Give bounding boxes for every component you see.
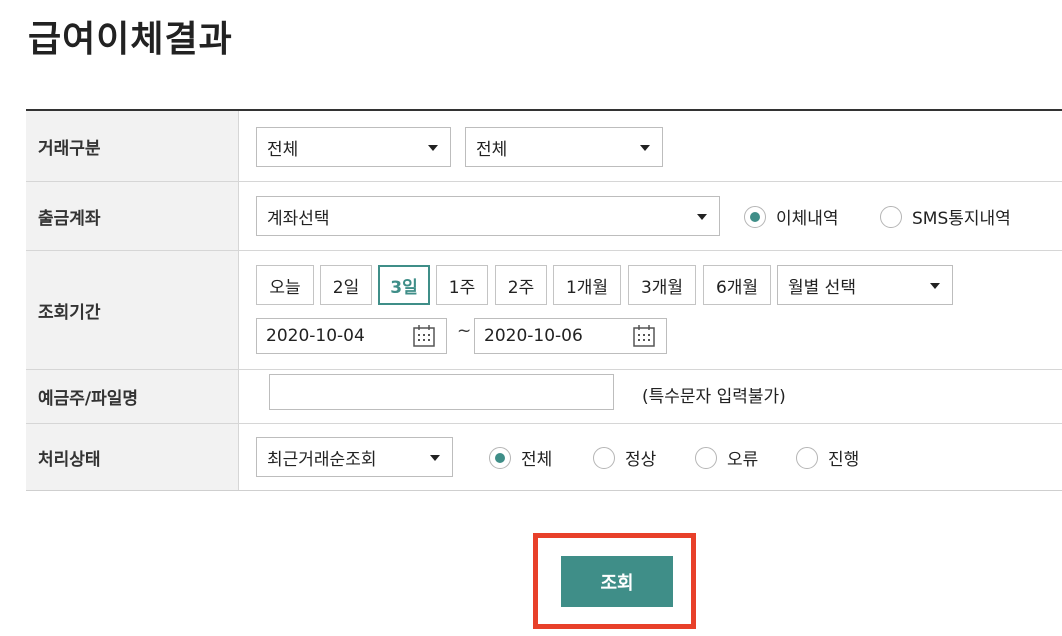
period-3months-button[interactable]: 3개월 (628, 265, 696, 305)
search-form: 거래구분 전체 전체 출금계좌 계좌선택 이체내역 SMS통지내역 조회기간 오… (26, 109, 1062, 491)
radio-unchecked-icon (593, 446, 615, 469)
calendar-icon[interactable] (632, 324, 656, 348)
sort-select-value: 최근거래순조회 (267, 449, 377, 470)
end-date-value: 2020-10-06 (484, 326, 583, 346)
radio-status-all-label: 전체 (521, 450, 553, 470)
special-char-note: (특수문자 입력불가) (642, 387, 786, 407)
radio-checked-icon (744, 205, 766, 228)
account-select-value: 계좌선택 (267, 208, 330, 229)
radio-checked-icon (489, 446, 511, 469)
chevron-down-icon (930, 283, 940, 289)
period-3days-button[interactable]: 3일 (378, 265, 430, 305)
trade-type-select-2-value: 전체 (476, 139, 508, 160)
sort-select[interactable]: 최근거래순조회 (256, 437, 453, 477)
start-date-input[interactable]: 2020-10-04 (256, 318, 447, 354)
month-select-value: 월별 선택 (788, 277, 856, 298)
row-trade-type: 거래구분 전체 전체 (26, 111, 1062, 182)
radio-status-all[interactable]: 전체 (489, 445, 552, 470)
period-1month-button[interactable]: 1개월 (553, 265, 621, 305)
status-label: 처리상태 (26, 424, 239, 490)
radio-sms-history[interactable]: SMS통지내역 (880, 204, 1011, 229)
radio-transfer-history-label: 이체내역 (776, 209, 839, 229)
depositor-input[interactable] (269, 374, 614, 410)
period-label: 조회기간 (26, 251, 239, 369)
radio-status-normal-label: 정상 (625, 450, 657, 470)
radio-unchecked-icon (880, 205, 902, 228)
trade-type-select-2[interactable]: 전체 (465, 127, 663, 167)
row-account: 출금계좌 계좌선택 이체내역 SMS통지내역 (26, 182, 1062, 251)
period-1week-button[interactable]: 1주 (436, 265, 488, 305)
chevron-down-icon (640, 145, 650, 151)
period-today-button[interactable]: 오늘 (256, 265, 314, 305)
period-2days-button[interactable]: 2일 (320, 265, 372, 305)
trade-type-select-1[interactable]: 전체 (256, 127, 451, 167)
page-title: 급여이체결과 (28, 19, 233, 60)
radio-status-normal[interactable]: 정상 (593, 445, 656, 470)
radio-status-progress-label: 진행 (828, 450, 860, 470)
date-range-separator: ~ (457, 321, 472, 341)
radio-status-error[interactable]: 오류 (695, 445, 758, 470)
period-6months-button[interactable]: 6개월 (703, 265, 771, 305)
chevron-down-icon (430, 455, 440, 461)
radio-unchecked-icon (695, 446, 717, 469)
row-period: 조회기간 오늘 2일 3일 1주 2주 1개월 3개월 6개월 월별 선택 20… (26, 251, 1062, 370)
period-2weeks-button[interactable]: 2주 (495, 265, 547, 305)
end-date-input[interactable]: 2020-10-06 (474, 318, 667, 354)
row-depositor: 예금주/파일명 (특수문자 입력불가) (26, 370, 1062, 424)
radio-unchecked-icon (796, 446, 818, 469)
calendar-icon[interactable] (412, 324, 436, 348)
month-select[interactable]: 월별 선택 (777, 265, 953, 305)
row-status: 처리상태 최근거래순조회 전체 정상 오류 진행 (26, 424, 1062, 490)
radio-transfer-history[interactable]: 이체내역 (744, 204, 839, 229)
start-date-value: 2020-10-04 (266, 326, 365, 346)
chevron-down-icon (428, 145, 438, 151)
radio-sms-history-label: SMS통지내역 (912, 209, 1011, 229)
trade-type-label: 거래구분 (26, 111, 239, 181)
depositor-label: 예금주/파일명 (26, 370, 239, 423)
search-button[interactable]: 조회 (561, 556, 673, 607)
chevron-down-icon (697, 214, 707, 220)
radio-status-error-label: 오류 (727, 450, 759, 470)
radio-status-progress[interactable]: 진행 (796, 445, 859, 470)
account-select[interactable]: 계좌선택 (256, 196, 720, 236)
account-label: 출금계좌 (26, 182, 239, 250)
trade-type-select-1-value: 전체 (267, 139, 299, 160)
